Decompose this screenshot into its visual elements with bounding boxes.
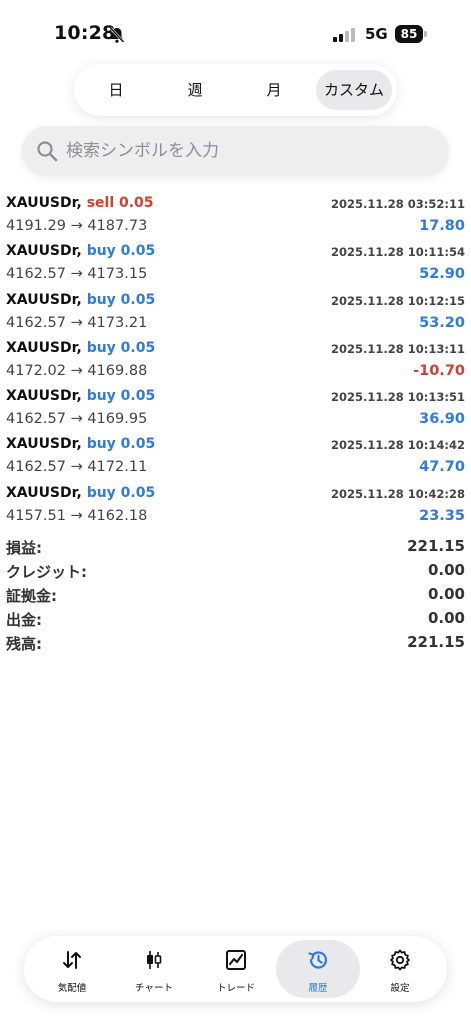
summary-label: 損益: — [6, 539, 42, 557]
tab-settings[interactable]: 設定 — [358, 940, 442, 998]
status-time: 10:28 — [54, 22, 116, 44]
tab-chart[interactable]: チャート — [112, 940, 196, 998]
trade-history-list: XAUUSDr, sell 0.05 2025.11.28 03:52:11 4… — [0, 193, 471, 531]
trade-prices: 4172.02 → 4169.88 — [6, 362, 148, 379]
trade-prices: 4162.57 → 4173.21 — [6, 314, 148, 331]
summary-row-margin: 証拠金: 0.00 — [0, 583, 471, 607]
summary-value: 0.00 — [427, 609, 465, 627]
summary-row-credit: クレジット: 0.00 — [0, 559, 471, 583]
tab-month[interactable]: 月 — [236, 70, 312, 110]
summary-value: 221.15 — [407, 537, 465, 555]
trade-row[interactable]: XAUUSDr, buy 0.05 2025.11.28 10:42:28 41… — [0, 483, 471, 531]
trade-side: buy 0.05 — [86, 243, 156, 260]
trade-time: 2025.11.28 10:13:11 — [331, 341, 465, 356]
trade-row[interactable]: XAUUSDr, buy 0.05 2025.11.28 10:13:51 41… — [0, 386, 471, 434]
quotes-arrows-icon — [63, 951, 81, 969]
summary-row-balance: 残高: 221.15 — [0, 631, 471, 655]
trade-side: sell 0.05 — [86, 195, 154, 211]
trade-profit: 53.20 — [419, 314, 465, 331]
status-bar: 10:28 5G 85 — [0, 0, 471, 68]
trade-row[interactable]: XAUUSDr, sell 0.05 2025.11.28 03:52:11 4… — [0, 193, 471, 241]
tab-trade[interactable]: トレード — [194, 940, 278, 998]
tab-history-label: 履歴 — [308, 983, 328, 994]
trade-profit: 36.90 — [419, 411, 465, 428]
trade-side: buy 0.05 — [86, 339, 156, 356]
summary-value: 0.00 — [427, 585, 465, 603]
trade-symbol: XAUUSDr, — [6, 388, 82, 405]
tab-quotes-label: 気配値 — [57, 983, 87, 994]
trade-symbol: XAUUSDr, — [6, 339, 82, 356]
trade-row[interactable]: XAUUSDr, buy 0.05 2025.11.28 10:12:15 41… — [0, 290, 471, 338]
trade-profit: 17.80 — [419, 218, 465, 234]
trade-symbol: XAUUSDr, — [6, 243, 82, 260]
tab-quotes[interactable]: 気配値 — [30, 940, 114, 998]
summary-label: 残高: — [6, 635, 42, 653]
trade-symbol: XAUUSDr, — [6, 436, 82, 453]
trade-row[interactable]: XAUUSDr, buy 0.05 2025.11.28 10:14:42 41… — [0, 434, 471, 482]
history-clock-icon — [308, 951, 328, 969]
signal-icon — [333, 28, 355, 42]
trade-chart-icon — [226, 950, 246, 970]
trade-row[interactable]: XAUUSDr, buy 0.05 2025.11.28 10:13:11 41… — [0, 338, 471, 386]
summary-row-profit: 損益: 221.15 — [0, 535, 471, 559]
trade-prices: 4162.57 → 4169.95 — [6, 411, 148, 428]
trade-prices: 4162.57 → 4172.11 — [6, 459, 148, 476]
summary-row-withdrawal: 出金: 0.00 — [0, 607, 471, 631]
trade-profit: 23.35 — [419, 507, 465, 524]
trade-side: buy 0.05 — [86, 291, 156, 308]
network-label: 5G — [365, 25, 388, 43]
trade-symbol: XAUUSDr, — [6, 484, 82, 501]
summary-label: クレジット: — [6, 563, 87, 581]
candlestick-chart-icon — [147, 951, 162, 969]
summary-value: 221.15 — [407, 633, 465, 651]
trade-symbol: XAUUSDr, — [6, 195, 82, 211]
battery-tip — [424, 31, 427, 37]
tab-week[interactable]: 週 — [157, 70, 233, 110]
bell-muted-icon — [109, 27, 125, 43]
tab-chart-label: チャート — [135, 983, 173, 994]
trade-time: 2025.11.28 10:12:15 — [331, 293, 465, 308]
tab-day[interactable]: 日 — [78, 70, 154, 110]
period-segmented-control: 日 週 月 カスタム — [74, 64, 397, 116]
bottom-tab-bar: 気配値 チャート トレード 履歴 設定 — [24, 936, 447, 1002]
trade-time: 2025.11.28 10:14:42 — [331, 438, 465, 453]
trade-time: 2025.11.28 10:13:51 — [331, 390, 465, 405]
trade-prices: 4157.51 → 4162.18 — [6, 507, 148, 524]
account-summary: 損益: 221.15 クレジット: 0.00 証拠金: 0.00 出金: 0.0… — [0, 535, 471, 655]
trade-symbol: XAUUSDr, — [6, 291, 82, 308]
trade-profit: 52.90 — [419, 266, 465, 283]
trade-time: 2025.11.28 03:52:11 — [331, 197, 465, 211]
trade-prices: 4162.57 → 4173.15 — [6, 266, 148, 283]
trade-side: buy 0.05 — [86, 388, 156, 405]
trade-time: 2025.11.28 10:11:54 — [331, 245, 465, 260]
trade-profit: -10.70 — [413, 362, 465, 379]
tab-history[interactable]: 履歴 — [276, 940, 360, 998]
tab-trade-label: トレード — [216, 983, 255, 994]
search-bar[interactable] — [22, 126, 449, 176]
gear-icon — [390, 949, 410, 971]
battery-indicator: 85 — [395, 25, 423, 43]
summary-label: 出金: — [6, 611, 42, 629]
trade-time: 2025.11.28 10:42:28 — [331, 486, 465, 501]
tab-settings-label: 設定 — [390, 983, 410, 994]
trade-side: buy 0.05 — [86, 436, 156, 453]
search-input[interactable] — [66, 126, 436, 176]
trade-prices: 4191.29 → 4187.73 — [6, 218, 148, 234]
trade-side: buy 0.05 — [86, 484, 156, 501]
search-icon — [37, 141, 58, 162]
tab-custom[interactable]: カスタム — [316, 70, 392, 110]
summary-label: 証拠金: — [6, 587, 57, 605]
trade-row[interactable]: XAUUSDr, buy 0.05 2025.11.28 10:11:54 41… — [0, 241, 471, 289]
trade-profit: 47.70 — [419, 459, 465, 476]
summary-value: 0.00 — [427, 561, 465, 579]
